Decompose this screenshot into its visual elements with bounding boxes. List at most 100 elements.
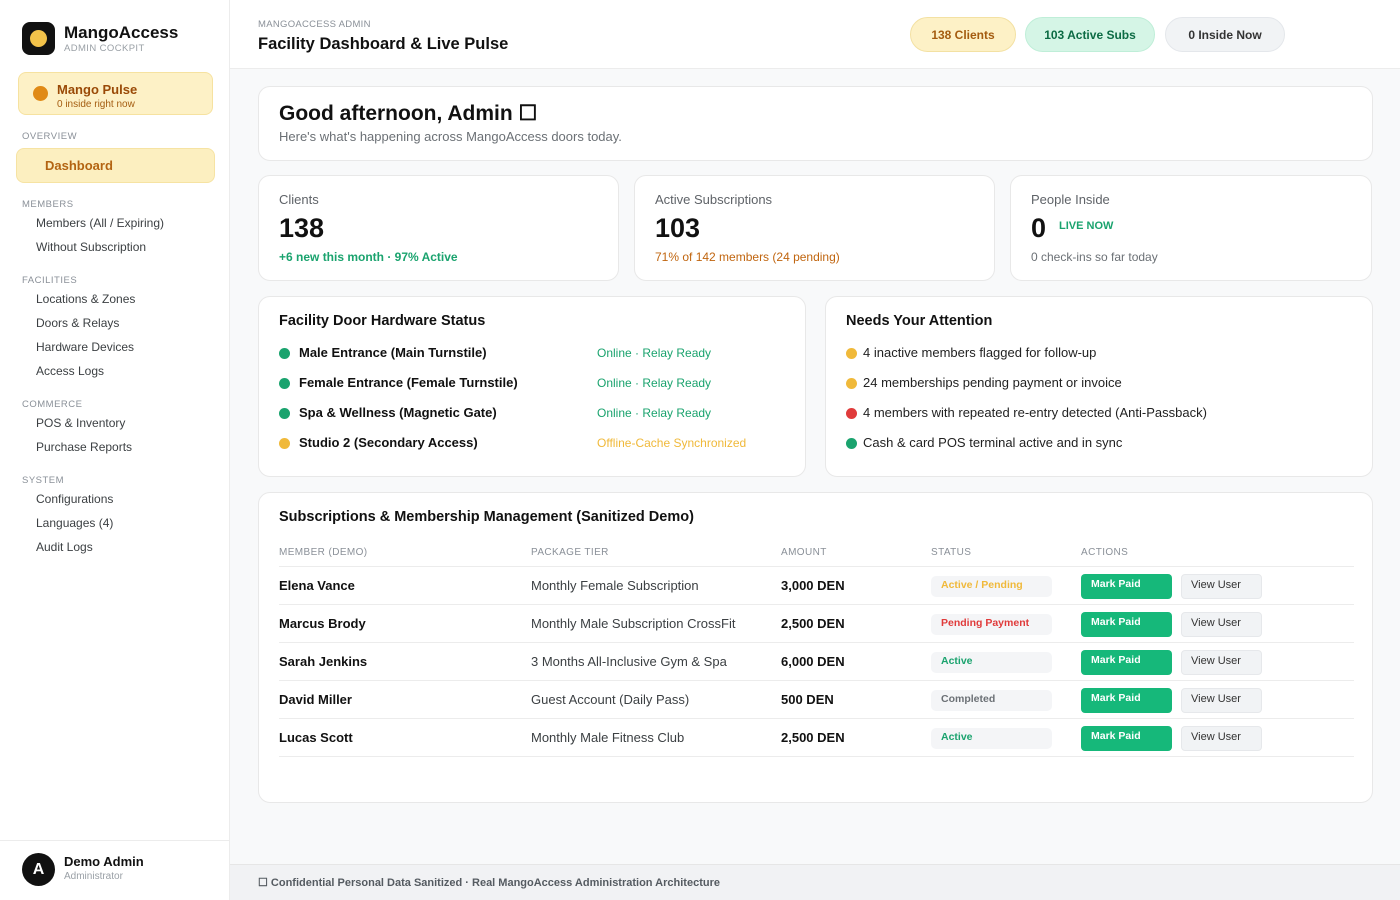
clients-pill[interactable]: 138 Clients (910, 17, 1016, 52)
mark-paid-button[interactable]: Mark Paid (1081, 574, 1172, 599)
nav-section-facilities: FACILITIES (22, 275, 78, 286)
brand[interactable]: MangoAccess ADMIN COCKPIT (22, 22, 178, 55)
attention-item[interactable]: 24 memberships pending payment or invoic… (846, 373, 1346, 393)
sidebar-item-configurations[interactable]: Configurations (36, 492, 113, 506)
user-profile[interactable]: A Demo Admin Administrator (0, 840, 230, 900)
attention-item[interactable]: Cash & card POS terminal active and in s… (846, 433, 1346, 453)
view-user-button[interactable]: View User (1181, 688, 1262, 713)
mark-paid-button[interactable]: Mark Paid (1081, 612, 1172, 637)
greeting-subtitle: Here's what's happening across MangoAcce… (279, 129, 622, 144)
mark-paid-button[interactable]: Mark Paid (1081, 650, 1172, 675)
status-badge: Completed (931, 690, 1052, 711)
mark-paid-button[interactable]: Mark Paid (1081, 726, 1172, 751)
mango-logo-icon (22, 22, 55, 55)
status-dot-icon (279, 438, 290, 449)
attention-card: Needs Your Attention 4 inactive members … (825, 296, 1373, 477)
stat-value: 0 (1031, 213, 1047, 243)
door-status-card: Facility Door Hardware Status Male Entra… (258, 296, 806, 477)
avatar: A (22, 853, 55, 886)
status-dot-icon (846, 408, 857, 419)
nav-section-members: MEMBERS (22, 199, 74, 210)
status-dot-icon (279, 408, 290, 419)
page-title: Facility Dashboard & Live Pulse (258, 35, 509, 53)
nav-section-commerce: COMMERCE (22, 399, 83, 410)
door-name: Male Entrance (Main Turnstile) (299, 345, 487, 360)
live-now-badge: LIVE NOW (1059, 220, 1114, 232)
view-user-button[interactable]: View User (1181, 726, 1262, 751)
attention-item[interactable]: 4 inactive members flagged for follow-up (846, 343, 1346, 363)
stat-label: Clients (279, 192, 319, 207)
sidebar-item-label: Dashboard (45, 158, 113, 173)
sidebar-item-audit-logs[interactable]: Audit Logs (36, 540, 93, 554)
sidebar-item-doors[interactable]: Doors & Relays (36, 316, 119, 330)
mark-paid-button[interactable]: Mark Paid (1081, 688, 1172, 713)
table-row: Marcus Brody Monthly Male Subscription C… (279, 605, 1354, 643)
table-row: Sarah Jenkins 3 Months All-Inclusive Gym… (279, 643, 1354, 681)
column-header: STATUS (931, 547, 972, 558)
package-tier: Monthly Male Fitness Club (531, 730, 685, 745)
amount: 500 DEN (781, 692, 834, 707)
status-badge: Active (931, 652, 1052, 673)
door-name: Studio 2 (Secondary Access) (299, 435, 478, 450)
sidebar-item-purchase-reports[interactable]: Purchase Reports (36, 440, 132, 454)
footer: ☐ Confidential Personal Data Sanitized ·… (230, 864, 1400, 900)
inside-now-pill[interactable]: 0 Inside Now (1165, 17, 1285, 52)
member-name: David Miller (279, 692, 352, 707)
table-row: David Miller Guest Account (Daily Pass) … (279, 681, 1354, 719)
amount: 2,500 DEN (781, 730, 845, 745)
sidebar-item-without-subscription[interactable]: Without Subscription (36, 240, 146, 254)
member-name: Lucas Scott (279, 730, 353, 745)
status-dot-icon (846, 378, 857, 389)
view-user-button[interactable]: View User (1181, 650, 1262, 675)
sidebar-item-dashboard[interactable]: Dashboard (16, 148, 215, 183)
door-row[interactable]: Female Entrance (Female Turnstile) Onlin… (279, 373, 779, 393)
view-user-button[interactable]: View User (1181, 574, 1262, 599)
status-dot-icon (846, 348, 857, 359)
pulse-subtitle: 0 inside right now (57, 99, 135, 110)
attention-item[interactable]: 4 members with repeated re-entry detecte… (846, 403, 1346, 423)
door-row[interactable]: Spa & Wellness (Magnetic Gate) Online · … (279, 403, 779, 423)
people-inside-stat-card: People Inside 0 LIVE NOW 0 check-ins so … (1010, 175, 1372, 281)
brand-name: MangoAccess (64, 22, 179, 42)
user-name: Demo Admin (64, 854, 144, 869)
member-name: Sarah Jenkins (279, 654, 368, 669)
subscriptions-card: Subscriptions & Membership Management (S… (258, 492, 1373, 803)
door-row[interactable]: Studio 2 (Secondary Access) Offline-Cach… (279, 433, 779, 453)
door-name: Female Entrance (Female Turnstile) (299, 375, 518, 390)
stat-label: Active Subscriptions (655, 192, 773, 207)
door-status: Online · Relay Ready (597, 376, 712, 390)
sidebar-item-members[interactable]: Members (All / Expiring) (36, 216, 164, 230)
door-status: Online · Relay Ready (597, 346, 712, 360)
amount: 6,000 DEN (781, 654, 845, 669)
view-user-button[interactable]: View User (1181, 612, 1262, 637)
greeting-title: Good afternoon, Admin ☐ (279, 102, 538, 125)
sidebar-item-locations[interactable]: Locations & Zones (36, 292, 135, 306)
active-subs-pill[interactable]: 103 Active Subs (1025, 17, 1155, 52)
status-dot-icon (279, 348, 290, 359)
sidebar-item-pos[interactable]: POS & Inventory (36, 416, 125, 430)
section-title: Facility Door Hardware Status (279, 313, 486, 329)
door-status: Offline-Cache Synchronized (597, 436, 747, 450)
package-tier: Guest Account (Daily Pass) (531, 692, 690, 707)
brand-subtitle: ADMIN COCKPIT (64, 42, 145, 54)
sidebar-item-hardware[interactable]: Hardware Devices (36, 340, 134, 354)
attention-text: 4 members with repeated re-entry detecte… (863, 405, 1207, 420)
door-row[interactable]: Male Entrance (Main Turnstile) Online · … (279, 343, 779, 363)
pulse-dot-icon (33, 86, 48, 101)
sidebar-item-access-logs[interactable]: Access Logs (36, 364, 104, 378)
package-tier: Monthly Male Subscription CrossFit (531, 616, 736, 631)
mango-pulse-card[interactable]: Mango Pulse 0 inside right now (18, 72, 213, 115)
greeting-card: Good afternoon, Admin ☐ Here's what's ha… (258, 86, 1373, 161)
door-status: Online · Relay Ready (597, 406, 712, 420)
door-name: Spa & Wellness (Magnetic Gate) (299, 405, 497, 420)
status-dot-icon (846, 438, 857, 449)
sidebar-item-languages[interactable]: Languages (4) (36, 516, 113, 530)
column-header: MEMBER (DEMO) (279, 547, 368, 558)
section-title: Subscriptions & Membership Management (S… (279, 509, 694, 525)
user-role: Administrator (64, 871, 123, 882)
column-header: PACKAGE TIER (531, 547, 609, 558)
stat-label: People Inside (1031, 192, 1110, 207)
stat-value: 138 (279, 213, 325, 243)
stat-footnote: 0 check-ins so far today (1031, 250, 1158, 264)
nav-section-overview: OVERVIEW (22, 131, 78, 142)
